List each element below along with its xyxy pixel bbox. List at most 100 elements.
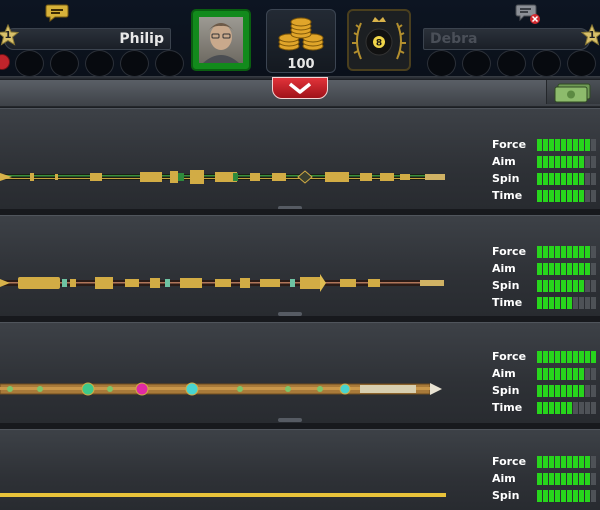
stat-segment-filled [549, 173, 554, 185]
drag-handle[interactable] [278, 418, 302, 422]
stat-label: Force [492, 138, 527, 151]
stat-label: Force [492, 455, 527, 468]
stat-segment-filled [537, 351, 542, 363]
stat-segment-filled [555, 473, 560, 485]
ball-slot [462, 50, 491, 77]
stat-segment-empty [573, 297, 578, 309]
stat-segment-filled [537, 263, 542, 275]
stat-segment-filled [585, 456, 590, 468]
stat-row-time: Time [492, 295, 600, 312]
stat-segment-filled [567, 263, 572, 275]
stat-segment-filled [537, 173, 542, 185]
stat-segment-filled [555, 490, 560, 502]
stat-segment-filled [579, 246, 584, 258]
stat-bar [537, 190, 596, 202]
stat-segment-filled [555, 351, 560, 363]
stat-segment-filled [555, 139, 560, 151]
stat-segment-empty [585, 280, 590, 292]
stat-segment-filled [537, 456, 542, 468]
stat-segment-filled [549, 263, 554, 275]
stat-segment-filled [543, 156, 548, 168]
stat-segment-filled [573, 173, 578, 185]
cash-icon [554, 83, 591, 103]
cash-button[interactable] [546, 80, 600, 104]
cue-panel-2[interactable]: Force Aim Spin Time [0, 215, 600, 316]
chat-bubble-icon[interactable] [45, 4, 69, 23]
stat-row-force: Force [492, 244, 600, 261]
stat-segment-empty [591, 368, 596, 380]
cue-panel-1[interactable]: Force Aim Spin Time [0, 108, 600, 210]
cue-stats-4: Force Aim Spin [492, 454, 600, 505]
stat-segment-filled [561, 473, 566, 485]
stat-segment-filled [567, 297, 572, 309]
stat-segment-filled [561, 385, 566, 397]
stat-segment-filled [543, 351, 548, 363]
stat-segment-filled [543, 173, 548, 185]
stat-segment-filled [561, 246, 566, 258]
stat-segment-filled [579, 385, 584, 397]
stat-label: Time [492, 189, 523, 202]
stat-bar [537, 385, 596, 397]
stat-segment-filled [555, 246, 560, 258]
cue-stick-3 [0, 377, 450, 401]
ball-slot [120, 50, 149, 77]
stat-segment-empty [573, 402, 578, 414]
stat-segment-empty [591, 139, 596, 151]
cue-panel-3[interactable]: Force Aim Spin Time [0, 322, 600, 423]
player-name-right: Debra [430, 31, 478, 47]
player-avatar[interactable] [191, 9, 251, 71]
stat-label: Time [492, 296, 523, 309]
opponent-avatar[interactable]: 8 [347, 9, 411, 71]
stat-segment-empty [591, 173, 596, 185]
pot-value: 100 [287, 57, 315, 72]
stat-label: Time [492, 401, 523, 414]
level-star-right: 1 [581, 24, 600, 46]
stat-segment-filled [555, 280, 560, 292]
chevron-down-icon [288, 82, 312, 94]
stat-segment-filled [579, 368, 584, 380]
stat-segment-filled [543, 263, 548, 275]
stat-segment-filled [579, 490, 584, 502]
stat-label: Spin [492, 172, 520, 185]
stat-segment-filled [567, 351, 572, 363]
stat-segment-filled [573, 280, 578, 292]
ball-slot [532, 50, 561, 77]
stat-segment-filled [555, 190, 560, 202]
stat-segment-filled [561, 368, 566, 380]
player-name-bar-right: Debra [423, 28, 590, 50]
stat-segment-filled [543, 368, 548, 380]
stat-segment-filled [573, 473, 578, 485]
stat-row-aim: Aim [492, 366, 600, 383]
stat-segment-filled [561, 156, 566, 168]
stat-segment-empty [585, 156, 590, 168]
stat-segment-filled [555, 456, 560, 468]
stat-segment-empty [579, 402, 584, 414]
cue-panel-4[interactable]: Force Aim Spin [0, 429, 600, 510]
stat-segment-filled [549, 156, 554, 168]
stat-segment-filled [537, 490, 542, 502]
stat-row-aim: Aim [492, 154, 600, 171]
stat-segment-filled [591, 351, 596, 363]
stat-bar [537, 368, 596, 380]
stat-row-force: Force [492, 454, 600, 471]
stat-segment-filled [585, 263, 590, 275]
stat-label: Aim [492, 472, 516, 485]
stat-bar [537, 473, 596, 485]
dropdown-button[interactable] [272, 77, 328, 99]
chat-muted-icon[interactable] [515, 4, 540, 24]
stat-segment-filled [585, 246, 590, 258]
stat-bar [537, 490, 596, 502]
stat-row-spin: Spin [492, 488, 600, 505]
cue-stats-2: Force Aim Spin Time [492, 244, 600, 312]
stat-segment-filled [573, 351, 578, 363]
stat-segment-empty [591, 456, 596, 468]
stat-bar [537, 263, 596, 275]
stat-segment-filled [567, 139, 572, 151]
stat-segment-filled [543, 297, 548, 309]
stat-segment-filled [549, 456, 554, 468]
stat-bar [537, 280, 596, 292]
stat-segment-filled [579, 173, 584, 185]
eight-ball-icon: 8 [352, 17, 406, 60]
stat-segment-filled [555, 297, 560, 309]
stat-segment-filled [567, 456, 572, 468]
